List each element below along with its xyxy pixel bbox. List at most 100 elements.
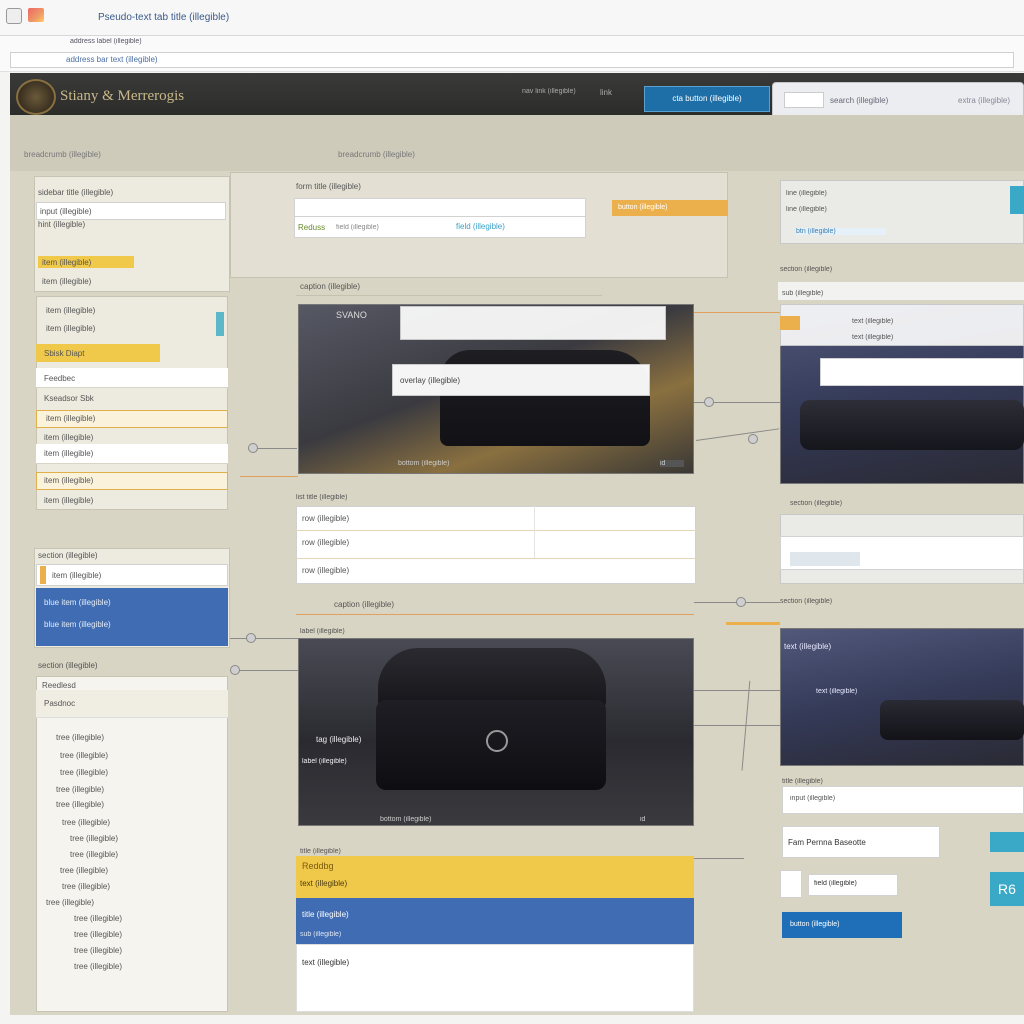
sidebar-item[interactable]: item (illegible) — [42, 277, 212, 286]
tab-title[interactable]: Pseudo-text tab title (illegible) — [98, 12, 398, 23]
right-form-chip[interactable] — [790, 552, 860, 566]
right-teal-large-button[interactable]: R6 — [990, 872, 1024, 906]
photo-bottom-id: id — [640, 816, 646, 823]
tree-item[interactable]: tree (illegible) — [70, 850, 210, 859]
connector-line — [694, 690, 780, 691]
photo-tag: text (illegible) — [784, 642, 832, 651]
right-bottom-checkbox[interactable] — [780, 870, 802, 898]
tree-item[interactable]: tree (illegible) — [74, 914, 214, 923]
right-section-sub: sub (illegible) — [782, 290, 824, 297]
right-top-line: line (illegible) — [786, 190, 827, 197]
sidebar-section-item-label: item (illegible) — [52, 571, 102, 580]
header-cta-button[interactable]: cta button (illegible) — [644, 86, 770, 112]
bottom-card-title: title (illegible) — [300, 848, 341, 855]
scroll-indicator[interactable] — [216, 312, 224, 336]
connector-node — [246, 633, 256, 643]
right-bottom-field-text: field (illegible) — [814, 880, 857, 887]
sidebar-item-label: Kseadsor Sbk — [44, 394, 94, 403]
breadcrumb[interactable]: breadcrumb (illegible) — [338, 150, 438, 159]
brand-logo-icon[interactable] — [16, 79, 56, 115]
connector-line — [694, 312, 780, 313]
center-form-input-tag: field (illegible) — [456, 222, 505, 231]
car-silhouette — [880, 700, 1024, 740]
connector-node — [704, 397, 714, 407]
center-form-input-value: Reduss — [298, 223, 326, 232]
browser-window-icon[interactable] — [6, 8, 22, 24]
connector-node — [248, 443, 258, 453]
tree-item[interactable]: tree (illegible) — [56, 733, 216, 742]
list-item[interactable]: row (illegible) — [302, 538, 502, 547]
photo-tag: label (illegible) — [302, 758, 347, 765]
photo-card-label: label (illegible) — [300, 628, 345, 635]
photo-overlay-text: overlay (illegible) — [400, 376, 461, 385]
tree-item[interactable]: tree (illegible) — [56, 800, 216, 809]
center-form-title: form title (illegible) — [296, 182, 361, 191]
breadcrumb[interactable]: breadcrumb (illegible) — [24, 150, 134, 159]
right-top-line: line (illegible) — [786, 206, 827, 213]
right-top-button[interactable]: btn (illegible) — [796, 228, 886, 235]
sidebar-item-label: item (illegible) — [44, 476, 94, 485]
sidebar-item[interactable]: item (illegible) — [42, 258, 132, 267]
yellow-banner-text: text (illegible) — [300, 879, 348, 888]
tree-item[interactable]: tree (illegible) — [60, 866, 210, 875]
photo-overlay-box[interactable] — [400, 306, 666, 340]
photo-marker — [780, 316, 800, 330]
right-section-title: section (illegible) — [790, 500, 843, 507]
list-item[interactable]: row (illegible) — [302, 514, 502, 523]
white-card-text: text (illegible) — [302, 958, 350, 967]
center-form-input[interactable] — [294, 198, 586, 218]
connector-line — [228, 638, 298, 639]
photo-bottom-text: bottom (illegible) — [398, 460, 450, 467]
right-scroll-tab[interactable] — [1010, 186, 1024, 214]
right-bottom-title: title (illegible) — [782, 778, 823, 785]
sidebar-section-title: section (illegible) — [38, 551, 98, 560]
sidebar-item-label: Feedbec — [44, 374, 76, 383]
connector-line — [694, 725, 780, 726]
photo-overlay-text: text (illegible) — [852, 334, 894, 341]
sidebar-title: sidebar title (illegible) — [38, 188, 114, 197]
list-divider — [296, 530, 696, 531]
tree-item[interactable]: tree (illegible) — [70, 834, 210, 843]
header-search-text: search (illegible) — [830, 96, 889, 105]
tree-item[interactable]: tree (illegible) — [60, 768, 220, 777]
sidebar-item-marker — [40, 566, 46, 584]
sidebar-hint: hint (illegible) — [38, 220, 86, 229]
list-item[interactable]: row (illegible) — [302, 566, 502, 575]
tree-item[interactable]: tree (illegible) — [46, 898, 206, 907]
header-nav-link[interactable]: link — [600, 88, 630, 97]
sub-bar — [10, 115, 1024, 171]
list-column-divider — [534, 506, 535, 558]
blue-banner-sub: sub (illegible) — [300, 931, 342, 938]
right-bottom-blue-button[interactable]: button (illegible) — [782, 912, 902, 938]
tree-item[interactable]: tree (illegible) — [62, 818, 212, 827]
sidebar-item[interactable]: item (illegible) — [46, 324, 206, 333]
photo-card-caption: caption (illegible) — [334, 600, 395, 609]
tree-item[interactable]: tree (illegible) — [74, 962, 214, 971]
car-roof — [378, 648, 606, 708]
connector-line — [238, 670, 298, 671]
tree-item[interactable]: tree (illegible) — [56, 785, 216, 794]
tree-item[interactable]: tree (illegible) — [60, 751, 220, 760]
address-text: address bar text (illegible) — [66, 55, 158, 64]
right-teal-small-button[interactable] — [990, 832, 1024, 852]
photo-overlay-box[interactable] — [820, 358, 1024, 386]
tree-item[interactable]: tree (illegible) — [62, 882, 212, 891]
center-form-orange-button[interactable]: button (illegible) — [612, 200, 728, 216]
white-card[interactable] — [296, 944, 694, 1012]
sidebar-item-label: item (illegible) — [44, 496, 94, 505]
sidebar-blue-card[interactable] — [36, 588, 228, 646]
right-section-title: section (illegible) — [780, 266, 833, 273]
tree-item[interactable]: tree (illegible) — [74, 946, 214, 955]
right-bottom-input-text: input (illegible) — [790, 795, 836, 802]
header-search-button[interactable] — [784, 92, 824, 108]
connector-node — [230, 665, 240, 675]
header-nav-link[interactable]: nav link (illegible) — [522, 88, 592, 95]
brand-name[interactable]: Stiany & Merrerogis — [60, 88, 220, 105]
right-bottom-field-text: Fam Pernna Baseotte — [788, 838, 866, 847]
connector-line — [694, 858, 744, 859]
sidebar-item[interactable]: item (illegible) — [46, 306, 206, 315]
sidebar-input-text: input (illegible) — [40, 207, 92, 216]
blue-banner-title: title (illegible) — [302, 910, 349, 919]
tree-item[interactable]: tree (illegible) — [74, 930, 214, 939]
address-label: address label (illegible) — [70, 38, 142, 45]
